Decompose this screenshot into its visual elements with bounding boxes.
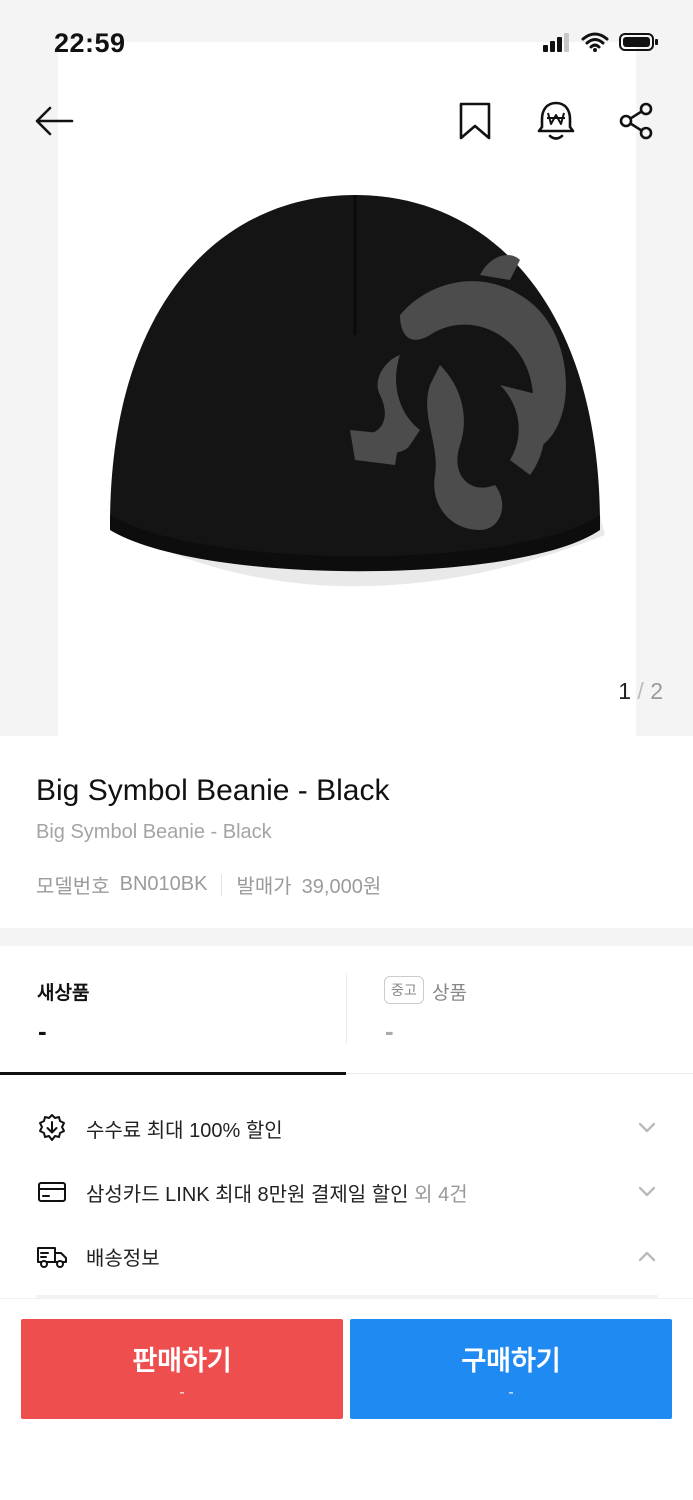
battery-icon	[619, 32, 659, 57]
status-icons	[543, 32, 659, 57]
chevron-down-icon	[637, 1182, 657, 1202]
product-meta: 모델번호 BN010BK 발매가 39,000원	[36, 870, 381, 899]
chevron-down-icon	[637, 1118, 657, 1138]
tab-new-label: 새상품	[37, 983, 90, 1004]
top-nav	[0, 95, 693, 155]
product-title: Big Symbol Beanie - Black	[36, 774, 390, 807]
product-image[interactable]	[100, 185, 610, 615]
active-tab-indicator	[0, 1072, 346, 1075]
tab-used-price: -	[385, 1016, 394, 1046]
benefit-text: 삼성카드 LINK 최대 8만원 결제일 할인 외 4건	[86, 1178, 468, 1207]
tab-new-price: -	[38, 1016, 47, 1046]
bell-won-icon	[536, 100, 576, 147]
tab-used[interactable]: 중고 상품 -	[347, 946, 693, 1074]
wifi-icon	[581, 32, 609, 57]
meta-divider	[221, 873, 223, 896]
gallery-pager: 1 / 2	[618, 678, 663, 705]
model-value: BN010BK	[119, 873, 208, 895]
product-info: Big Symbol Beanie - Black Big Symbol Bea…	[0, 736, 693, 928]
status-bar: 22:59	[0, 0, 693, 90]
model-label: 모델번호	[36, 876, 110, 898]
sell-button-label: 판매하기	[132, 1346, 232, 1376]
benefit-row-card-discount[interactable]: 삼성카드 LINK 최대 8만원 결제일 할인 외 4건	[0, 1160, 693, 1224]
condition-tabs: 새상품 - 중고 상품 -	[0, 946, 693, 1075]
used-badge: 중고	[384, 976, 424, 1004]
benefit-row-fee-discount[interactable]: 수수료 최대 100% 할인	[0, 1096, 693, 1160]
status-time: 22:59	[54, 28, 126, 58]
pager-total: 2	[650, 678, 663, 704]
bookmark-button[interactable]	[451, 99, 499, 147]
arrow-left-icon	[34, 105, 74, 142]
pager-separator: /	[637, 678, 644, 704]
sell-button[interactable]: 판매하기 -	[21, 1319, 343, 1419]
benefit-text-main: 수수료 최대 100% 할인	[86, 1119, 283, 1142]
chevron-up-icon	[637, 1246, 657, 1266]
product-subtitle: Big Symbol Beanie - Black	[36, 821, 272, 843]
benefit-text-extra: 외 4건	[408, 1183, 468, 1206]
benefit-text: 배송정보	[86, 1242, 160, 1271]
delivery-truck-icon	[36, 1240, 68, 1272]
benefit-text-main: 배송정보	[86, 1247, 160, 1270]
pager-current: 1	[618, 678, 632, 704]
section-gap	[0, 928, 693, 946]
bookmark-icon	[458, 101, 492, 146]
release-price-value: 39,000원	[301, 876, 382, 898]
benefit-row-delivery-info[interactable]: 배송정보	[0, 1224, 693, 1288]
sell-button-price: -	[179, 1384, 185, 1401]
release-price-label: 발매가	[236, 876, 292, 898]
benefit-text-main: 삼성카드 LINK 최대 8만원 결제일 할인	[86, 1183, 409, 1206]
bottom-action-bar: 판매하기 - 구매하기 -	[0, 1298, 693, 1500]
back-button[interactable]	[30, 99, 78, 147]
buy-button[interactable]: 구매하기 -	[350, 1319, 672, 1419]
price-alert-button[interactable]	[532, 99, 580, 147]
signal-icon	[543, 32, 571, 57]
benefit-text: 수수료 최대 100% 할인	[86, 1114, 283, 1143]
buy-button-label: 구매하기	[461, 1346, 561, 1376]
discount-badge-icon	[36, 1112, 68, 1144]
credit-card-icon	[36, 1176, 68, 1208]
buy-button-price: -	[508, 1384, 514, 1401]
tab-used-label: 상품	[432, 983, 467, 1004]
share-icon	[618, 102, 654, 145]
share-button[interactable]	[612, 99, 660, 147]
tab-new[interactable]: 새상품 -	[0, 946, 346, 1075]
